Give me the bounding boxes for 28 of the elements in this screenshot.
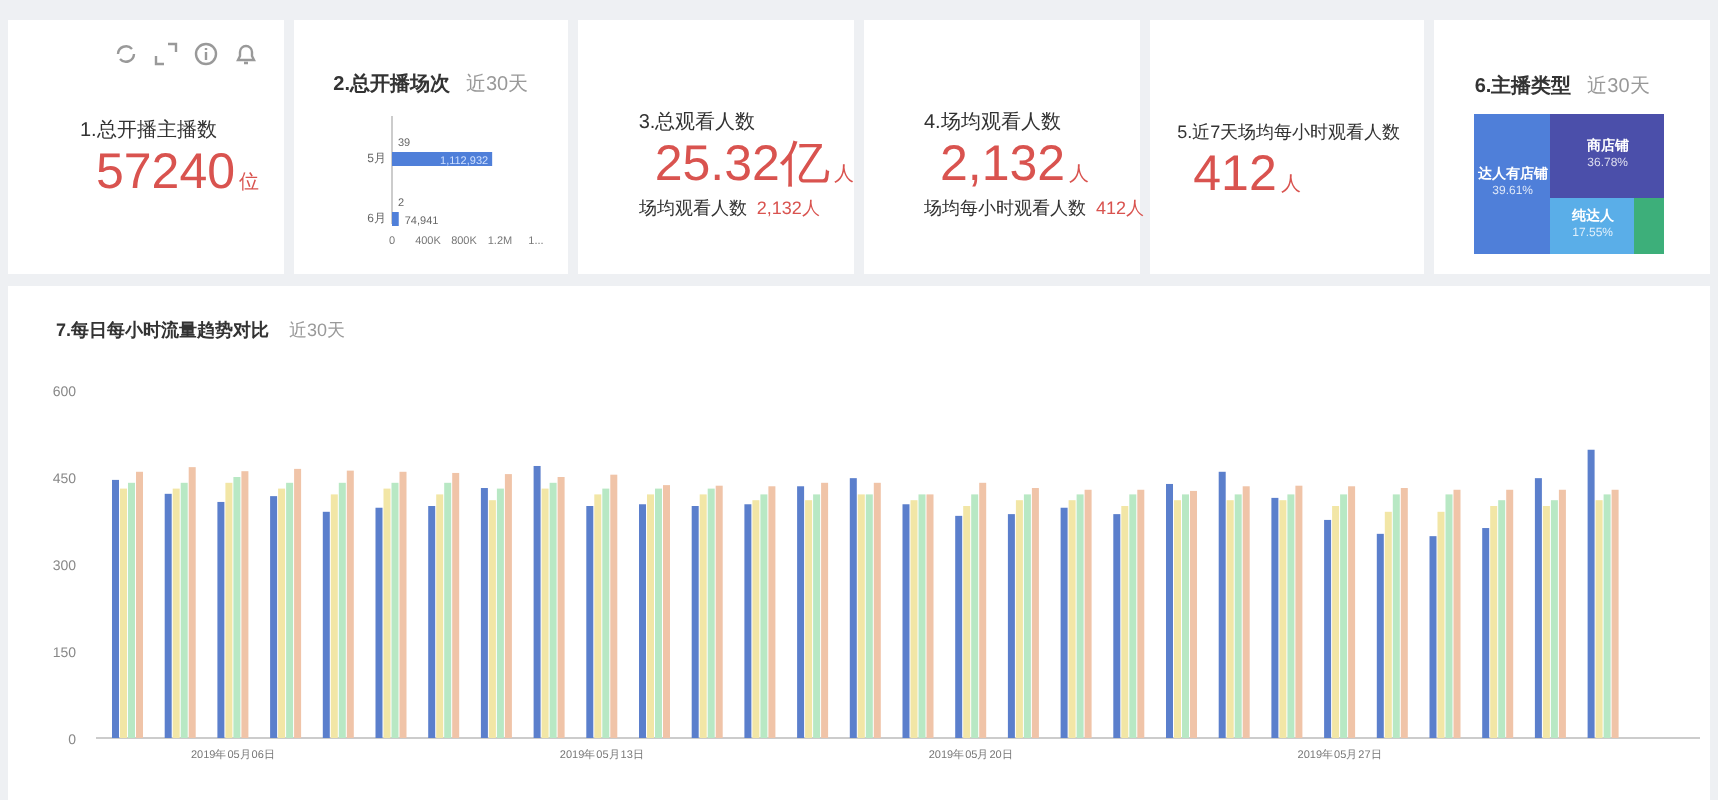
period-label: 近30天 bbox=[466, 71, 529, 100]
unit-label: 人 bbox=[1280, 175, 1301, 195]
info-icon[interactable] bbox=[191, 40, 220, 68]
card-title: 6.主播类型 bbox=[1474, 72, 1572, 102]
stat-title: 5.近7天场均每小时观看人数 bbox=[1177, 120, 1401, 146]
stat-value: 25.32亿 bbox=[654, 140, 830, 190]
stat-value: 2,132 bbox=[940, 140, 1066, 190]
stat-value: 412 bbox=[1193, 149, 1277, 199]
expand-icon[interactable] bbox=[151, 40, 180, 68]
unit-label: 人 bbox=[833, 166, 854, 186]
period-label: 近30天 bbox=[289, 318, 346, 344]
sub-value: 412人 bbox=[1096, 196, 1145, 222]
stat-title: 1.总开播主播数 bbox=[80, 117, 217, 146]
unit-label: 人 bbox=[1069, 166, 1090, 186]
bar bbox=[391, 212, 399, 226]
sub-label: 场均观看人数 bbox=[638, 196, 747, 222]
sub-label: 场均每小时观看人数 bbox=[924, 196, 1086, 222]
bell-icon[interactable] bbox=[231, 40, 260, 68]
unit-label: 位 bbox=[239, 174, 260, 194]
card-title: 2.总开播场次 bbox=[333, 71, 450, 100]
stat-title: 3.总观看人数 bbox=[638, 109, 756, 138]
period-label: 近30天 bbox=[1587, 73, 1650, 102]
refresh-icon[interactable] bbox=[111, 40, 140, 68]
stat-value: 57240 bbox=[96, 148, 236, 198]
sub-value: 2,132人 bbox=[756, 196, 820, 222]
chart-title: 7.每日每小时流量趋势对比 bbox=[56, 318, 270, 344]
bar bbox=[391, 152, 492, 166]
stat-title: 4.场均观看人数 bbox=[924, 109, 1061, 138]
